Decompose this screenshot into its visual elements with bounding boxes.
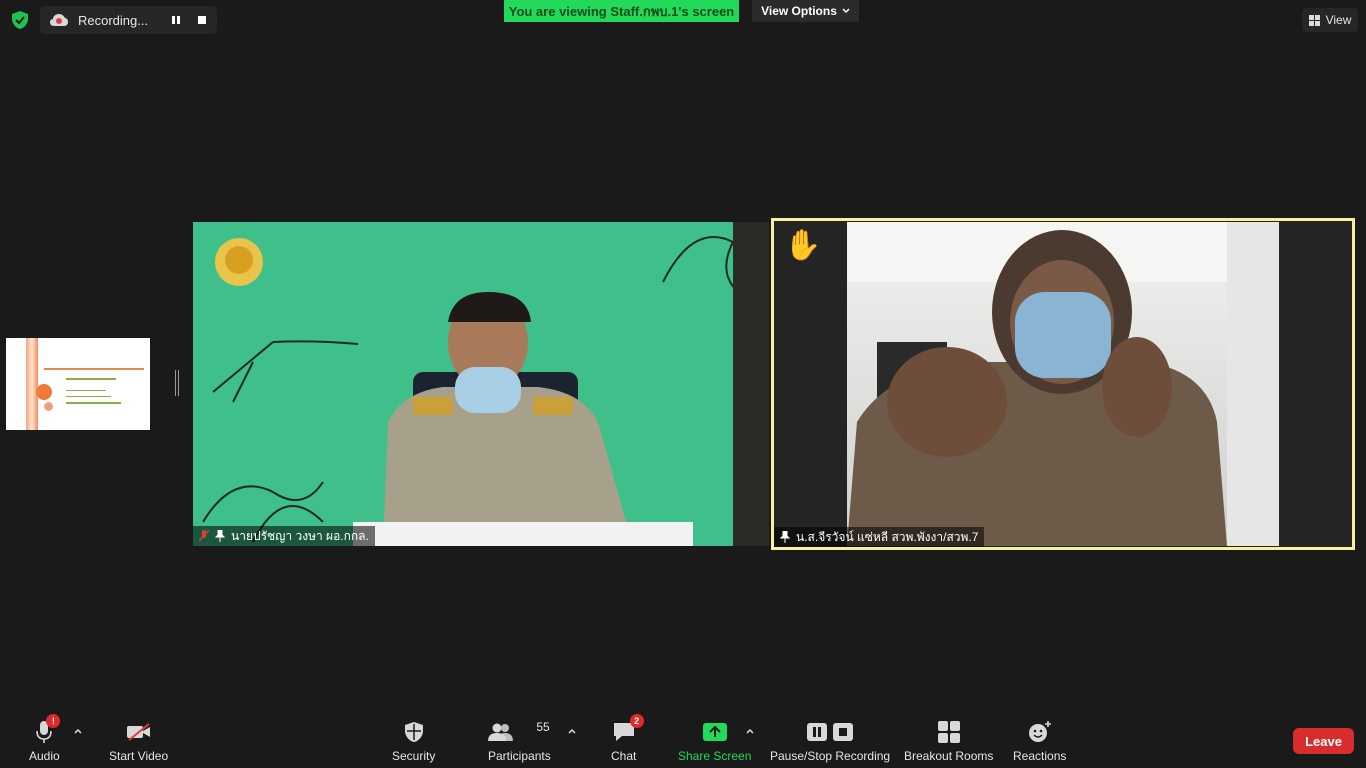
slide-text-line [44, 368, 144, 370]
pause-stop-recording-button[interactable]: Pause/Stop Recording [770, 720, 890, 763]
viewing-screen-banner: You are viewing Staff.กพบ.1's screen [504, 0, 739, 22]
chat-unread-badge: 2 [629, 714, 644, 728]
active-speaker-video-tile[interactable]: ✋ น.ส.จีรวัจน์ แซ่หลี สวพ.พังงา/สวพ.7 [771, 218, 1355, 550]
recording-label: Recording... [78, 12, 149, 28]
grid-view-icon [1308, 14, 1320, 26]
slide-edge [150, 338, 172, 430]
stop-icon [833, 723, 854, 741]
slide-text-line [66, 390, 106, 391]
video-off-icon [126, 723, 150, 741]
slide-stripe [26, 338, 38, 430]
slide-text-line [66, 396, 111, 397]
security-label: Security [392, 749, 436, 763]
share-options-chevron-up-icon[interactable] [745, 726, 755, 736]
reactions-smiley-icon [1028, 721, 1051, 742]
participant-video [202, 222, 769, 546]
view-label: View [1325, 13, 1352, 27]
top-bar: Recording... You are viewing Staff.กพบ.1… [0, 0, 1366, 40]
meeting-toolbar: ! Audio Start Video Security 55 Particip… [0, 712, 1366, 768]
chat-label: Chat [611, 749, 637, 763]
recording-indicator: Recording... [40, 6, 217, 34]
stop-icon [198, 16, 206, 24]
raised-hand-icon: ✋ [784, 229, 822, 262]
view-options-button[interactable]: View Options [752, 0, 859, 22]
pause-icon [807, 723, 828, 741]
view-button[interactable]: View [1302, 8, 1358, 32]
share-screen-label: Share Screen [678, 749, 752, 763]
pin-icon [215, 530, 225, 542]
view-options-label: View Options [761, 4, 837, 18]
participant-video [847, 222, 1279, 546]
participant-name: นายปรัชญา วงษา ผอ.กกล. [231, 528, 369, 543]
pause-recording-button[interactable] [165, 9, 187, 31]
breakout-rooms-label: Breakout Rooms [904, 749, 994, 763]
cloud-recording-icon [50, 14, 68, 26]
breakout-rooms-icon [937, 721, 960, 743]
leave-meeting-button[interactable]: Leave [1293, 728, 1354, 754]
pause-stop-recording-label: Pause/Stop Recording [770, 749, 891, 763]
muted-mic-icon [199, 530, 209, 542]
security-shield-icon [404, 722, 423, 742]
start-video-button[interactable]: Start Video [109, 720, 168, 763]
shared-screen-thumbnail[interactable] [6, 338, 172, 430]
breakout-rooms-button[interactable]: Breakout Rooms [904, 720, 993, 763]
encryption-shield-icon[interactable] [10, 10, 30, 30]
chat-button[interactable]: 2 Chat [611, 714, 644, 763]
participants-count: 55 [536, 720, 550, 734]
participants-icon [488, 723, 514, 741]
participants-label: Participants [488, 749, 551, 763]
pin-icon [780, 531, 790, 543]
audio-label: Audio [29, 749, 60, 763]
chevron-down-icon [842, 8, 850, 14]
slide-decoration [44, 402, 53, 411]
viewing-name: Staff.กพบ.1's screen [610, 3, 735, 19]
slide-text-line [66, 402, 121, 404]
participant-name-bar: น.ส.จีรวัจน์ แซ่หลี สวพ.พังงา/สวพ.7 [774, 527, 985, 547]
stop-recording-button[interactable] [191, 9, 213, 31]
audio-warning-badge: ! [46, 714, 61, 728]
share-screen-button[interactable]: Share Screen [678, 720, 751, 763]
reactions-label: Reactions [1013, 749, 1067, 763]
participant-video-content [847, 222, 1279, 546]
participants-button[interactable]: 55 Participants [488, 720, 551, 763]
audio-options-chevron-up-icon[interactable] [73, 726, 83, 736]
thumbnail-resize-handle[interactable] [175, 370, 179, 396]
participant-video-tile[interactable]: นายปรัชญา วงษา ผอ.กกล. [193, 222, 769, 546]
participants-options-chevron-up-icon[interactable] [567, 726, 577, 736]
security-button[interactable]: Security [392, 720, 435, 763]
pause-icon [172, 16, 180, 24]
share-screen-icon [702, 723, 727, 741]
reactions-button[interactable]: Reactions [1013, 720, 1066, 763]
slide-text-line [66, 378, 116, 380]
participant-name-bar: นายปรัชญา วงษา ผอ.กกล. [193, 526, 375, 546]
slide-decoration [36, 384, 52, 400]
audio-button[interactable]: ! Audio [29, 714, 61, 763]
participant-name: น.ส.จีรวัจน์ แซ่หลี สวพ.พังงา/สวพ.7 [796, 529, 979, 544]
start-video-label: Start Video [109, 749, 169, 763]
viewing-prefix: You are viewing [508, 3, 611, 19]
